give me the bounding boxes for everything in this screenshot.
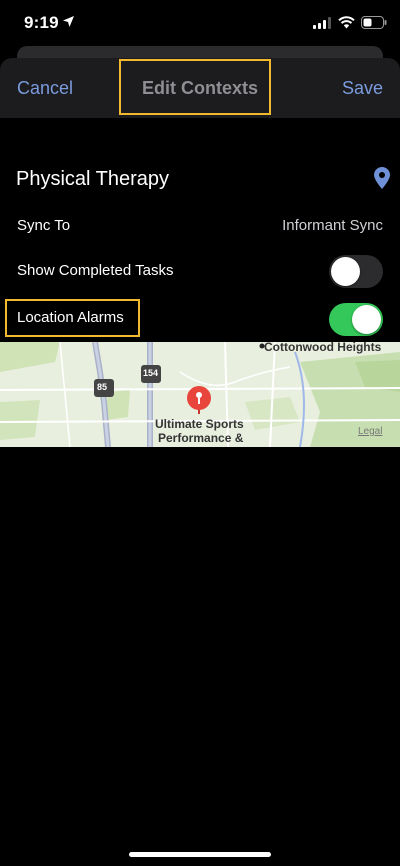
location-alarms-label: Location Alarms	[17, 309, 124, 326]
location-alarms-toggle[interactable]	[329, 303, 383, 336]
context-name-field[interactable]: Physical Therapy	[16, 168, 169, 191]
cellular-signal-icon	[313, 17, 331, 29]
page-title: Edit Contexts	[141, 78, 258, 98]
battery-icon	[361, 16, 387, 29]
map-legal-link[interactable]: Legal	[358, 426, 382, 437]
status-time: 9:19	[24, 13, 59, 32]
edit-context-sheet: Cancel Edit Contexts Save Physical Thera…	[0, 58, 400, 866]
home-indicator[interactable]	[129, 852, 271, 857]
map-area-label: Cottonwood Heights	[264, 340, 382, 354]
sync-to-label: Sync To	[17, 217, 71, 234]
show-completed-label: Show Completed Tasks	[17, 262, 174, 279]
navigation-bar: Cancel Edit Contexts Save	[0, 58, 400, 118]
toggle-knob	[352, 305, 381, 334]
wifi-icon	[338, 16, 355, 29]
show-completed-toggle[interactable]	[329, 255, 383, 288]
save-button[interactable]: Save	[342, 78, 383, 99]
location-arrow-icon	[63, 16, 74, 27]
map-place-label-line2: Performance &	[158, 431, 244, 445]
route-85-shield: 85	[97, 382, 108, 392]
sync-to-value[interactable]: Informant Sync	[282, 217, 383, 234]
status-bar: 9:19	[0, 0, 400, 46]
location-map[interactable]: 85 154 Cottonwood Heights Ultimate Sport…	[0, 340, 400, 448]
map-place-label-line1: Ultimate Sports	[155, 417, 244, 431]
route-154-shield: 154	[143, 368, 159, 378]
location-pin-icon[interactable]	[374, 167, 390, 189]
toggle-knob	[331, 257, 360, 286]
